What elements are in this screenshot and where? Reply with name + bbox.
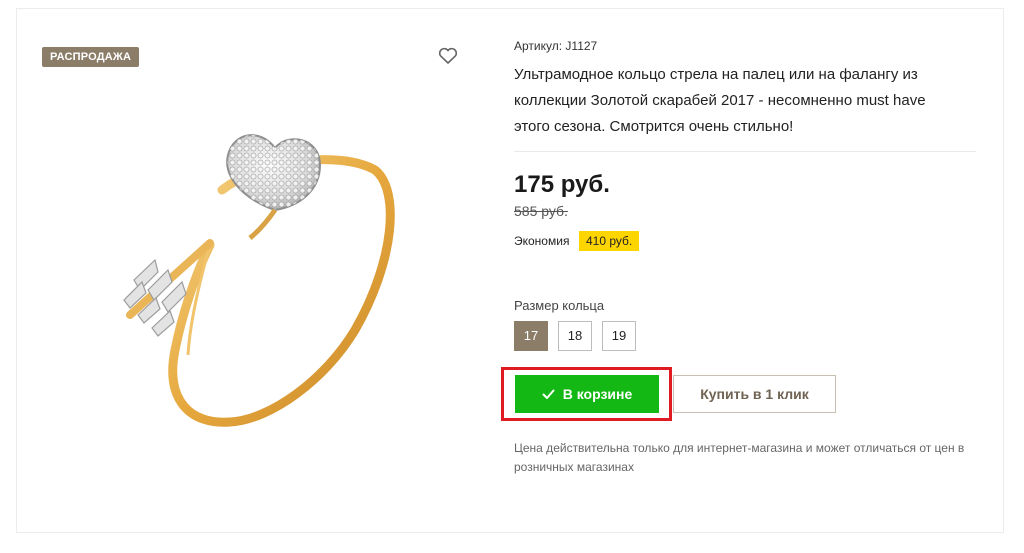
size-option-18[interactable]: 18: [558, 321, 592, 351]
favorite-heart-icon[interactable]: [438, 47, 458, 65]
in-cart-button[interactable]: В корзине: [515, 375, 659, 413]
product-sku: Артикул: J1127: [514, 39, 598, 53]
size-label: Размер кольца: [514, 298, 605, 313]
size-option-17[interactable]: 17: [514, 321, 548, 351]
price-current: 175 руб.: [514, 171, 610, 198]
size-option-19[interactable]: 19: [602, 321, 636, 351]
buy-one-click-button[interactable]: Купить в 1 клик: [673, 375, 836, 413]
sale-badge: РАСПРОДАЖА: [42, 47, 140, 67]
savings-badge: 410 руб.: [579, 231, 640, 251]
product-image-ring: [110, 110, 440, 430]
product-description: Ультрамодное кольцо стрела на палец или …: [514, 66, 926, 135]
price-old: 585 руб.: [514, 203, 568, 219]
divider: [514, 151, 976, 152]
checkmark-icon: [542, 389, 555, 399]
in-cart-label: В корзине: [562, 386, 633, 402]
price-note: Цена действительна только для интернет-м…: [514, 441, 965, 474]
savings-label: Экономия: [514, 234, 570, 248]
